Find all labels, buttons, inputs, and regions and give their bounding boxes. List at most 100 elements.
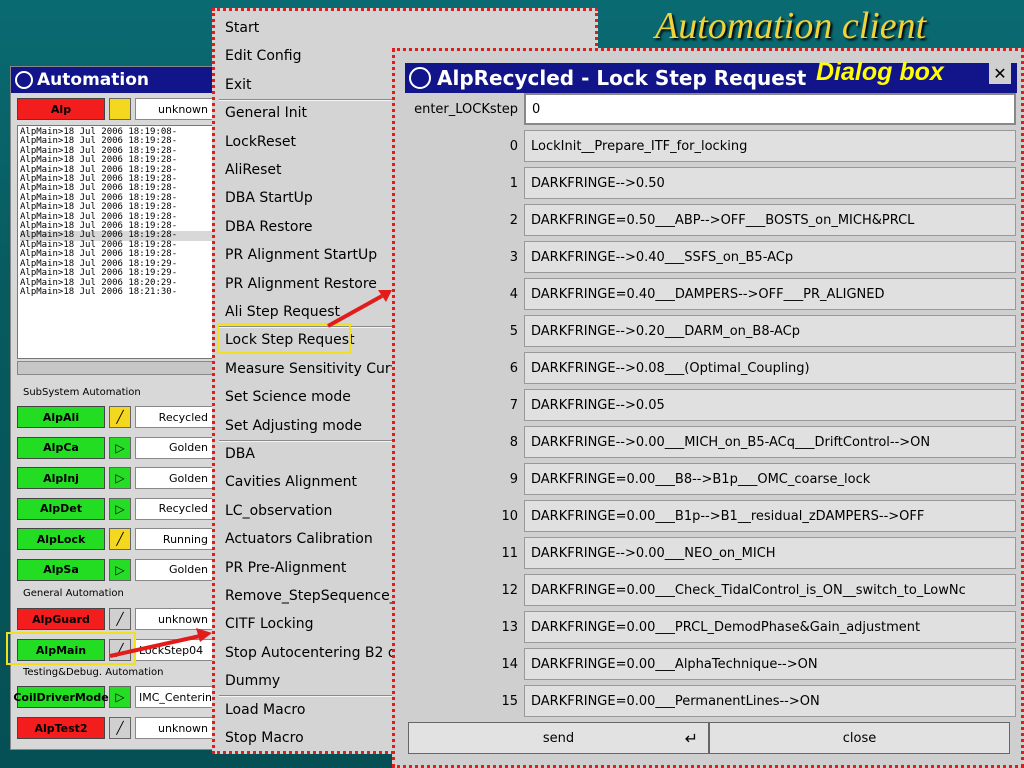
step-button[interactable]: DARKFRINGE-->0.00___MICH_on_B5-ACq___Dri… [524, 426, 1016, 458]
general-label: General Automation [23, 588, 124, 599]
step-row: 9 DARKFRINGE=0.00___B8-->B1p___OMC_coarse… [402, 462, 1016, 496]
coildrivermode-state-icon[interactable]: ▷ [109, 686, 131, 708]
step-row: 8 DARKFRINGE-->0.00___MICH_on_B5-ACq___Dr… [402, 425, 1016, 459]
step-button[interactable]: DARKFRINGE=0.00___Check_TidalControl_is_… [524, 574, 1016, 606]
alp-value: unknown [135, 98, 213, 120]
menu-item-exit[interactable]: Exit [225, 72, 252, 98]
row-coildrivermode: CoilDriverMode ▷ IMC_Centerin [13, 685, 213, 709]
step-button[interactable]: LockInit__Prepare_ITF_for_locking [524, 130, 1016, 162]
menu-item-start[interactable]: Start [225, 15, 259, 41]
menu-item-citf-locking[interactable]: CITF Locking [225, 611, 314, 637]
menu-item-pr-alignment-startup[interactable]: PR Alignment StartUp [225, 242, 377, 268]
alpsa-button[interactable]: AlpSa [17, 558, 105, 581]
alpinj-state-icon[interactable]: ▷ [109, 467, 131, 489]
menu-item-set-adjusting-mode[interactable]: Set Adjusting mode [225, 413, 362, 439]
menu-item-load-macro[interactable]: Load Macro [225, 697, 305, 723]
alptest2-button[interactable]: AlpTest2 [17, 717, 105, 739]
menu-item-stop-macro[interactable]: Stop Macro [225, 725, 304, 751]
step-button[interactable]: DARKFRINGE=0.40___DAMPERS-->OFF___PR_ALI… [524, 278, 1016, 310]
alpca-state-icon[interactable]: ▷ [109, 436, 131, 459]
row-alpdet: AlpDet ▷ Recycled [17, 497, 213, 521]
alplock-state-icon[interactable]: ╱ [109, 528, 131, 550]
coildrivermode-button[interactable]: CoilDriverMode [13, 686, 109, 708]
step-button[interactable]: DARKFRINGE=0.00___PRCL_DemodPhase&Gain_a… [524, 611, 1016, 643]
log-area[interactable]: AlpMain>18 Jul 2006 18:19:08- AlpMain>18 … [17, 125, 217, 359]
step-number: 13 [501, 619, 518, 635]
alpguard-state-icon[interactable]: ╱ [109, 608, 131, 630]
menu-item-measure-sensitivity-curve[interactable]: Measure Sensitivity Curve [225, 356, 408, 382]
alpdet-button[interactable]: AlpDet [17, 497, 105, 520]
dialog-buttons: send ↵ close [408, 722, 1010, 756]
app-logo-icon [15, 71, 33, 89]
row-alplock: AlpLock ╱ Running [17, 527, 213, 551]
dialog-title: AlpRecycled - Lock Step Request [437, 66, 807, 90]
step-button[interactable]: DARKFRINGE-->0.08___(Optimal_Coupling) [524, 352, 1016, 384]
testing-label: Testing&Debug. Automation [23, 667, 164, 678]
alp-row: Alp unknown [17, 97, 213, 121]
menu-item-pr-pre-alignment[interactable]: PR Pre-Alignment [225, 555, 346, 581]
automation-title-bar[interactable]: Automation [11, 67, 219, 93]
step-button[interactable]: DARKFRINGE=0.00___AlphaTechnique-->ON [524, 648, 1016, 680]
alpsa-value: Golden [135, 558, 213, 581]
step-button[interactable]: DARKFRINGE-->0.40___SSFS_on_B5-ACp [524, 241, 1016, 273]
row-alpguard: AlpGuard ╱ unknown [17, 607, 213, 631]
alp-state-icon[interactable] [109, 98, 131, 120]
close-icon[interactable]: ✕ [989, 62, 1011, 84]
alpca-value: Golden [135, 436, 213, 459]
menu-item-edit-config[interactable]: Edit Config [225, 43, 301, 69]
menu-item-dummy[interactable]: Dummy [225, 668, 280, 694]
banner-title: Automation client [655, 5, 927, 47]
enter-icon: ↵ [684, 728, 698, 748]
menu-item-ali-step-request[interactable]: Ali Step Request [225, 299, 340, 325]
alptest2-state-icon[interactable]: ╱ [109, 717, 131, 739]
step-number: 2 [509, 212, 518, 228]
alpguard-button[interactable]: AlpGuard [17, 608, 105, 630]
step-button[interactable]: DARKFRINGE=0.00___B1p-->B1__residual_zDA… [524, 500, 1016, 532]
log-scrollbar[interactable] [17, 361, 217, 375]
alpguard-value: unknown [135, 608, 213, 630]
menu-item-dba-startup[interactable]: DBA StartUp [225, 185, 313, 211]
step-button[interactable]: DARKFRINGE-->0.05 [524, 389, 1016, 421]
step-button[interactable]: DARKFRINGE-->0.50 [524, 167, 1016, 199]
menu-item-lc-observation[interactable]: LC_observation [225, 498, 332, 524]
lockstep-input[interactable]: 0 [524, 93, 1016, 125]
alpdet-state-icon[interactable]: ▷ [109, 497, 131, 520]
menu-item-pr-alignment-restore[interactable]: PR Alignment Restore [225, 271, 377, 297]
alpsa-state-icon[interactable]: ▷ [109, 558, 131, 581]
row-alpsa: AlpSa ▷ Golden [17, 558, 213, 582]
step-number: 7 [509, 397, 518, 413]
step-row: 7 DARKFRINGE-->0.05 [402, 388, 1016, 422]
alplock-button[interactable]: AlpLock [17, 528, 105, 550]
step-row: 5 DARKFRINGE-->0.20___DARM_on_B8-ACp [402, 314, 1016, 348]
row-alpca: AlpCa ▷ Golden [17, 436, 213, 460]
menu-item-dba-restore[interactable]: DBA Restore [225, 214, 313, 240]
alpinj-button[interactable]: AlpInj [17, 467, 105, 489]
step-row: 11 DARKFRINGE-->0.00___NEO_on_MICH [402, 536, 1016, 570]
lockstep-input-row: enter_LOCKstep 0 [402, 92, 1016, 126]
menu-item-stop-autocentering-b2-qu[interactable]: Stop Autocentering B2 qu [225, 640, 406, 666]
alp-button[interactable]: Alp [17, 98, 105, 120]
dialog-annotation: Dialog box [816, 58, 944, 86]
send-button[interactable]: send ↵ [408, 722, 709, 754]
close-button[interactable]: close [709, 722, 1010, 754]
step-button[interactable]: DARKFRINGE=0.00___PermanentLines-->ON [524, 685, 1016, 717]
alpca-button[interactable]: AlpCa [17, 436, 105, 459]
menu-item-remove-stepsequence-p[interactable]: Remove_StepSequence_P [225, 583, 405, 609]
alpali-button[interactable]: AlpAli [17, 406, 105, 428]
step-button[interactable]: DARKFRINGE-->0.20___DARM_on_B8-ACp [524, 315, 1016, 347]
step-number: 0 [509, 138, 518, 154]
alpali-state-icon[interactable]: ╱ [109, 406, 131, 428]
alptest2-value: unknown [135, 717, 213, 739]
menu-item-cavities-alignment[interactable]: Cavities Alignment [225, 469, 357, 495]
step-button[interactable]: DARKFRINGE-->0.00___NEO_on_MICH [524, 537, 1016, 569]
menu-item-dba[interactable]: DBA [225, 441, 255, 467]
menu-item-actuators-calibration[interactable]: Actuators Calibration [225, 526, 373, 552]
send-label: send [542, 730, 575, 746]
menu-item-lockreset[interactable]: LockReset [225, 129, 296, 155]
menu-item-alireset[interactable]: AliReset [225, 157, 281, 183]
step-button[interactable]: DARKFRINGE=0.00___B8-->B1p___OMC_coarse_… [524, 463, 1016, 495]
log-line: AlpMain>18 Jul 2006 18:21:30- [20, 286, 178, 297]
step-button[interactable]: DARKFRINGE=0.50___ABP-->OFF___BOSTS_on_M… [524, 204, 1016, 236]
menu-item-general-init[interactable]: General Init [225, 100, 307, 126]
menu-item-set-science-mode[interactable]: Set Science mode [225, 384, 351, 410]
